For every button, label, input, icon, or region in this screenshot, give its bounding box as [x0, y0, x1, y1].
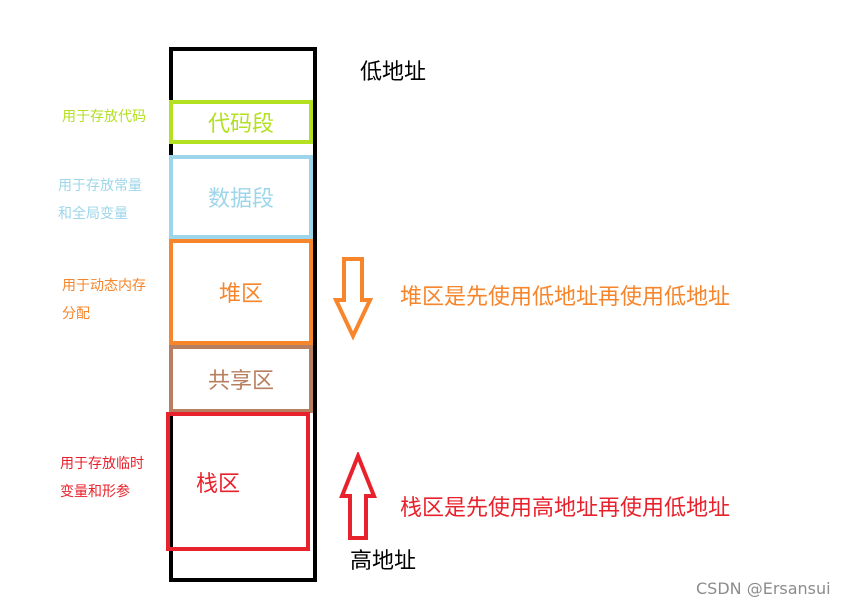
high-address-label: 高地址 [350, 549, 417, 574]
heap-segment-box: 堆区 [169, 239, 313, 345]
code-segment-label: 代码段 [207, 112, 274, 137]
code-segment-note: 用于存放代码 [62, 109, 146, 125]
data-segment-box: 数据段 [169, 155, 313, 239]
low-address-label: 低地址 [360, 60, 427, 85]
data-segment-note: 用于存放常量 和全局变量 [58, 178, 142, 222]
stack-direction-text: 栈区是先使用高地址再使用低地址 [400, 496, 731, 521]
heap-segment-note: 用于动态内存 分配 [62, 278, 146, 322]
down-arrow-icon [333, 257, 373, 341]
data-segment-label: 数据段 [207, 187, 274, 212]
up-arrow-icon [339, 452, 377, 540]
watermark: CSDN @Ersansui [696, 579, 831, 598]
stack-segment-box: 栈区 [166, 412, 310, 551]
stack-segment-note: 用于存放临时 变量和形参 [60, 456, 144, 500]
heap-direction-text: 堆区是先使用低地址再使用低地址 [400, 285, 731, 310]
code-segment-box: 代码段 [169, 100, 313, 144]
shared-segment-box: 共享区 [169, 345, 313, 413]
heap-segment-label: 堆区 [218, 282, 263, 307]
stack-segment-label: 栈区 [196, 471, 241, 497]
shared-segment-label: 共享区 [207, 369, 274, 394]
